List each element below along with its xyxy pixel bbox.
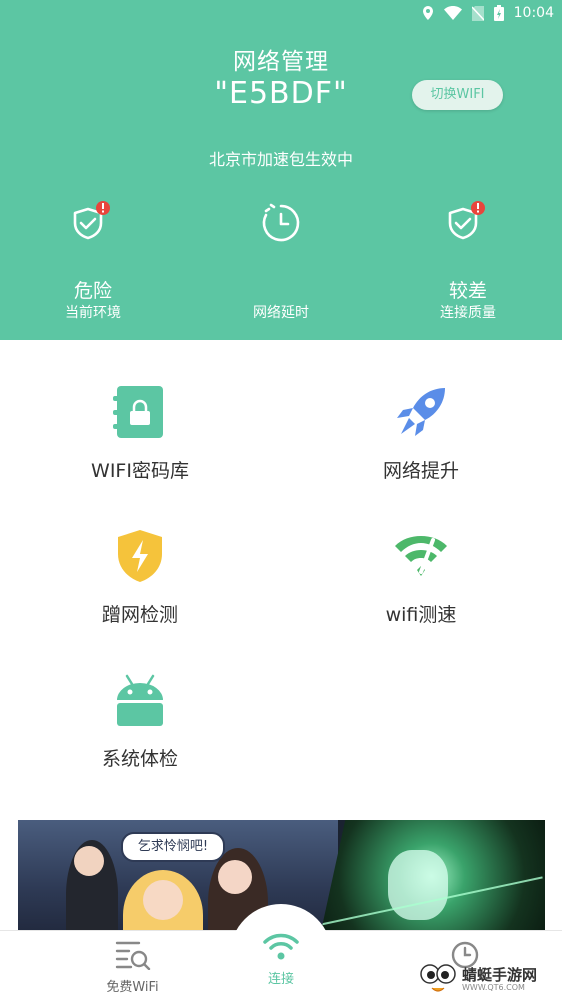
- watermark-text: 蜻蜓手游网: [462, 966, 538, 984]
- stat-latency-label: 网络延时: [253, 305, 309, 321]
- stat-environment[interactable]: 危险 当前环境: [23, 200, 163, 322]
- tab-free-wifi[interactable]: 免费WiFi: [85, 940, 180, 995]
- banner-speech-bubble: 乞求怜悯吧!: [121, 832, 225, 862]
- tool-network-boost[interactable]: 网络提升: [321, 384, 521, 483]
- dragonfly-logo-icon: [418, 960, 458, 1000]
- shield-alert-icon: [70, 200, 116, 256]
- tool-label: 系统体检: [101, 748, 178, 770]
- wifi-signal-icon: [443, 6, 462, 20]
- tab-label: 免费WiFi: [106, 980, 159, 995]
- page-title: 网络管理: [233, 49, 329, 75]
- stat-quality[interactable]: 较差 连接质量: [398, 200, 538, 322]
- stat-environment-label: 当前环境: [65, 305, 121, 321]
- tool-label: wifi测速: [385, 604, 457, 626]
- tool-wifi-password[interactable]: WIFI密码库: [40, 384, 240, 483]
- battery-icon: [493, 5, 504, 21]
- watermark: 蜻蜓手游网 WWW.QT6.COM: [418, 960, 562, 999]
- tool-label: WIFI密码库: [91, 460, 189, 482]
- watermark-url: WWW.QT6.COM: [462, 983, 525, 992]
- location-icon: [422, 6, 434, 20]
- search-list-icon: [114, 941, 152, 974]
- tool-label: 网络提升: [382, 460, 459, 482]
- shield-bolt-icon: [115, 528, 165, 588]
- tool-label: 蹭网检测: [101, 604, 178, 626]
- tool-system-check[interactable]: 系统体检: [40, 672, 240, 771]
- no-sim-icon: [471, 5, 484, 21]
- rocket-icon: [393, 384, 449, 444]
- tab-label: 连接: [267, 972, 294, 987]
- stat-environment-value: 危险: [73, 280, 112, 302]
- stat-quality-value: 较差: [448, 280, 487, 302]
- lock-book-icon: [113, 384, 167, 444]
- tab-connect[interactable]: 连接: [234, 930, 328, 987]
- acceleration-status: 北京市加速包生效中: [208, 150, 353, 169]
- android-icon: [113, 672, 167, 732]
- status-bar: 10:04: [422, 3, 554, 23]
- stat-latency[interactable]: 网络延时: [211, 200, 351, 322]
- wifi-icon: [261, 933, 301, 966]
- switch-wifi-button[interactable]: 切换WIFI: [412, 80, 503, 110]
- wifi-speed-icon: [393, 534, 449, 582]
- stat-quality-label: 连接质量: [440, 305, 496, 321]
- status-time: 10:04: [513, 5, 554, 21]
- banner-artwork-right: [318, 820, 545, 945]
- shield-alert-icon: [445, 200, 491, 256]
- header: 10:04 网络管理 "E5BDF" 切换WIFI 北京市加速包生效中 危险 当…: [0, 0, 562, 340]
- stat-latency-value: [211, 276, 351, 300]
- tool-wifi-speedtest[interactable]: wifi测速: [321, 528, 521, 627]
- tool-freeloader-detect[interactable]: 蹭网检测: [40, 528, 240, 627]
- timer-icon: [258, 200, 304, 256]
